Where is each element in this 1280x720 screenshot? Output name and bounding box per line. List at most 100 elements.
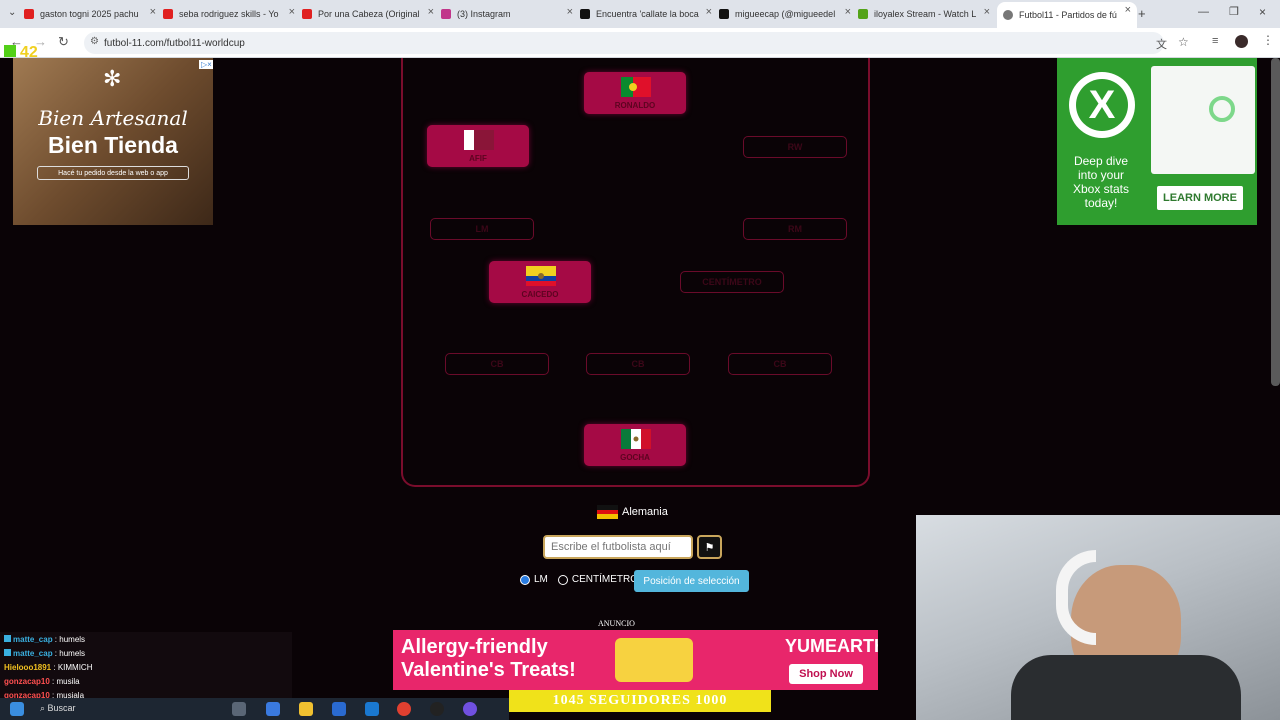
address-bar: ← → ↻ ⚙ futbol-11.com/futbol11-worldcup …: [0, 28, 1280, 58]
ad-text: Deep dive into your Xbox stats today!: [1072, 154, 1130, 210]
ad-banner-bottom[interactable]: Allergy-friendly Valentine's Treats! YUM…: [393, 630, 878, 690]
ad-subheadline: Bien Tienda: [48, 132, 178, 158]
player-card[interactable]: CAICEDO: [489, 261, 591, 303]
flag-icon: ⚑: [704, 541, 715, 554]
player-card[interactable]: AFIF: [427, 125, 529, 167]
kick-logo-icon: [4, 45, 16, 57]
globe-icon: [1003, 10, 1013, 20]
page-scrollbar[interactable]: [1271, 58, 1280, 386]
profile-avatar[interactable]: [1235, 35, 1248, 48]
browser-tab[interactable]: iloyalex Stream - Watch L ×: [858, 4, 996, 24]
close-tab-icon[interactable]: ×: [845, 6, 851, 18]
ad-label: ANUNCIO: [598, 619, 635, 628]
close-tab-icon[interactable]: ×: [984, 6, 990, 18]
taskbar-search[interactable]: ⌕ Buscar: [40, 703, 76, 714]
xbox-logo-icon: X: [1069, 72, 1135, 138]
browser-tab[interactable]: (3) Instagram ×: [441, 4, 579, 24]
ad-banner-right[interactable]: X Deep dive into your Xbox stats today! …: [1057, 58, 1257, 225]
player-search-input[interactable]: [543, 535, 693, 559]
kick-icon: [858, 9, 868, 19]
site-info-icon[interactable]: ⚙: [90, 36, 99, 47]
youtube-icon: [24, 9, 34, 19]
copilot-icon[interactable]: [266, 702, 280, 716]
close-tab-icon[interactable]: ×: [567, 6, 573, 18]
close-tab-icon[interactable]: ×: [150, 6, 156, 18]
task-view-icon[interactable]: [232, 702, 246, 716]
empty-slot[interactable]: CB: [445, 353, 549, 375]
ad-headline: Allergy-friendly: [401, 636, 548, 658]
browser-tab[interactable]: seba rodriguez skills - Yo ×: [163, 4, 301, 24]
browser-tab[interactable]: gaston togni 2025 pachu ×: [24, 4, 162, 24]
headphones: [1056, 550, 1096, 645]
radio-option1[interactable]: [520, 574, 530, 585]
stat-ring: [1209, 96, 1235, 122]
chat-message: Hielooo1891 : KIMMICH: [4, 663, 93, 672]
bookmark-star-icon[interactable]: ☆: [1178, 35, 1189, 49]
select-position-button[interactable]: Posición de selección: [634, 570, 749, 592]
os-taskbar: ⌕ Buscar: [0, 698, 509, 720]
browser-tab-strip: ⌄ gaston togni 2025 pachu × seba rodrigue…: [0, 0, 1280, 28]
reading-list-icon[interactable]: ≡: [1212, 35, 1218, 47]
chat-message: gonzacap10 : musila: [4, 677, 80, 686]
empty-slot[interactable]: RM: [743, 218, 847, 240]
minimize-icon[interactable]: —: [1198, 6, 1209, 18]
learn-more-button[interactable]: LEARN MORE: [1157, 186, 1243, 210]
translate-icon[interactable]: 文: [1156, 36, 1167, 52]
restore-icon[interactable]: ❐: [1229, 5, 1239, 18]
ad-headline: Bien Artesanal: [38, 106, 188, 130]
badge-icon: [4, 649, 11, 656]
adchoices-icon[interactable]: ▷×: [199, 60, 213, 69]
position-options: LM CENTÍMETRO: [520, 574, 638, 585]
close-tab-icon[interactable]: ×: [428, 6, 434, 18]
radio-option2[interactable]: [557, 574, 568, 585]
new-tab-icon[interactable]: +: [1138, 6, 1146, 21]
reload-icon[interactable]: ↻: [58, 34, 69, 50]
shop-now-button[interactable]: Shop Now: [789, 664, 863, 684]
tiktok-icon: [580, 9, 590, 19]
browser-tab[interactable]: Por una Cabeza (Original ×: [302, 4, 440, 24]
germany-flag-icon: [597, 505, 618, 519]
file-explorer-icon[interactable]: [299, 702, 313, 716]
ad-cta[interactable]: Hacé tu pedido desde la web o app: [37, 166, 189, 180]
youtube-icon: [163, 9, 173, 19]
windows-start-icon[interactable]: [10, 702, 24, 716]
ad-banner-left[interactable]: ✻ Bien Artesanal Bien Tienda Hacé tu ped…: [13, 58, 213, 225]
discord-icon[interactable]: [463, 702, 477, 716]
instagram-icon: [441, 9, 451, 19]
qatar-flag-icon: [464, 130, 494, 150]
youtube-icon: [302, 9, 312, 19]
x-icon: [719, 9, 729, 19]
browser-tab-active[interactable]: Futbol11 - Partidos de fú ×: [997, 2, 1137, 28]
app-screenshot: [1151, 66, 1255, 174]
empty-slot[interactable]: CENTÍMETRO: [680, 271, 784, 293]
empty-slot[interactable]: LM: [430, 218, 534, 240]
flag-button[interactable]: ⚑: [697, 535, 722, 559]
empty-slot[interactable]: CB: [728, 353, 832, 375]
current-team: Alemania: [597, 505, 668, 519]
obs-icon[interactable]: [430, 702, 444, 716]
close-tab-icon[interactable]: ×: [706, 6, 712, 18]
window-close-icon[interactable]: ×: [1259, 5, 1266, 19]
chat-message: matte_cap : humels: [4, 649, 85, 658]
edge-icon[interactable]: [365, 702, 379, 716]
empty-slot[interactable]: CB: [586, 353, 690, 375]
ad-subheadline: Valentine's Treats!: [401, 659, 576, 681]
ecuador-flag-icon: [526, 266, 556, 286]
menu-dots-icon[interactable]: ⋮: [1262, 33, 1274, 47]
store-icon[interactable]: [332, 702, 346, 716]
close-tab-icon[interactable]: ×: [1125, 4, 1131, 16]
mexico-flag-icon: [621, 429, 651, 449]
candy-pack-image: [615, 638, 693, 682]
tab-search-icon[interactable]: ⌄: [8, 7, 16, 18]
badge-icon: [4, 635, 11, 642]
browser-tab[interactable]: Encuentra 'callate la boca ×: [580, 4, 718, 24]
close-tab-icon[interactable]: ×: [289, 6, 295, 18]
formation-pitch: RONALDO AFIF RW LM RM CAICEDO CENTÍMETRO…: [401, 58, 870, 487]
empty-slot[interactable]: RW: [743, 136, 847, 158]
url-field[interactable]: ⚙ futbol-11.com/futbol11-worldcup 文 ☆: [84, 32, 1189, 54]
webcam-feed: [916, 515, 1280, 720]
chrome-icon[interactable]: [397, 702, 411, 716]
player-card[interactable]: GOCHA: [584, 424, 686, 466]
player-card[interactable]: RONALDO: [584, 72, 686, 114]
browser-tab[interactable]: migueecap (@migueedel ×: [719, 4, 857, 24]
